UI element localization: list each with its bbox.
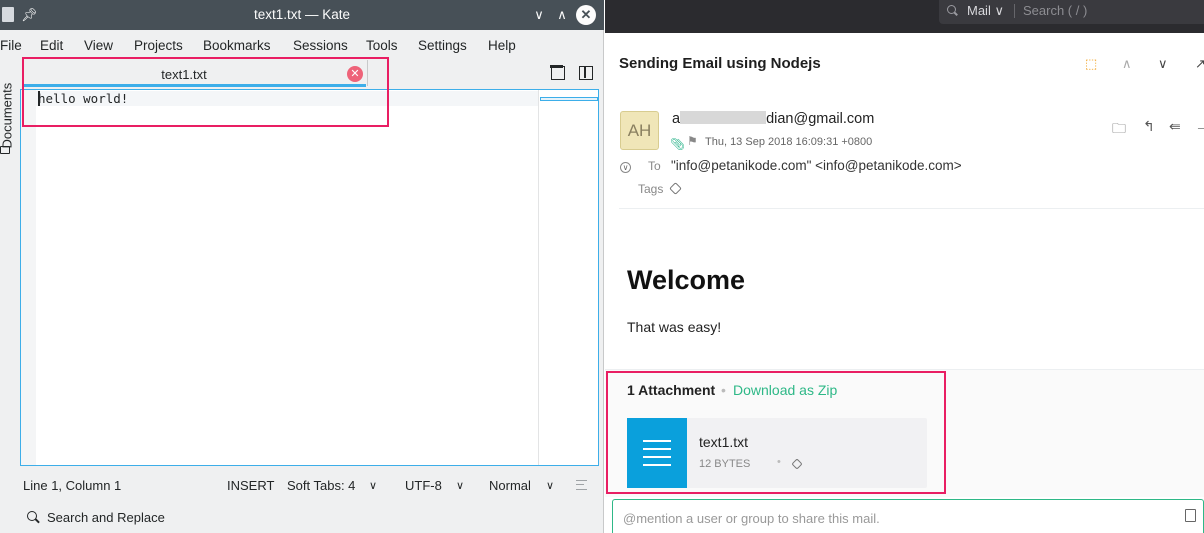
search-icon — [27, 511, 37, 521]
menu-settings[interactable]: Settings — [418, 38, 467, 53]
minimize-chevron-down-icon[interactable]: ∨ — [530, 6, 548, 24]
separator-dot: • — [777, 456, 781, 468]
attachment-count: 1 Attachment — [627, 382, 716, 398]
search-scope-dropdown[interactable]: Mail ∨ — [967, 3, 1004, 19]
body-heading: Welcome — [627, 265, 746, 295]
chevron-down-icon: ∨ — [994, 3, 1004, 18]
kate-window: 📌︎ text1.txt — Kate ∨ ∧ ✕ File Edit View… — [0, 0, 604, 533]
reply-icon[interactable]: ↰ — [1143, 118, 1155, 135]
menu-tools[interactable]: Tools — [366, 38, 398, 53]
tags-label: Tags — [638, 182, 664, 196]
to-recipient[interactable]: "info@petanikode.com" <info@petanikode.c… — [671, 158, 962, 173]
indent-setting[interactable]: Soft Tabs: 4 — [287, 478, 355, 493]
search-replace-toolview[interactable]: Search and Replace — [0, 503, 604, 533]
menu-file[interactable]: File — [0, 38, 22, 53]
label-icon[interactable]: ⬚ — [1085, 56, 1097, 72]
folder-icon — [0, 146, 10, 154]
file-line — [643, 448, 671, 450]
input-mode[interactable]: INSERT — [227, 478, 274, 493]
documents-label: Documents — [0, 82, 15, 149]
split-view-icon[interactable] — [579, 66, 593, 80]
text-file-icon — [627, 418, 687, 488]
cursor-position[interactable]: Line 1, Column 1 — [23, 478, 121, 493]
next-mail-chevron-down-icon[interactable]: ∨ — [1158, 56, 1168, 72]
attachment-size: 12 BYTES — [699, 458, 751, 470]
documents-side-tab[interactable]: Documents — [0, 60, 16, 170]
chevron-down-icon[interactable]: ∨ — [456, 479, 464, 492]
active-tab-indicator — [24, 84, 366, 87]
document-tab[interactable]: text1.txt ✕ — [24, 60, 368, 87]
mention-placeholder: @mention a user or group to share this m… — [623, 511, 880, 526]
text-cursor — [38, 91, 40, 106]
mail-date: Thu, 13 Sep 2018 16:09:31 +0800 — [705, 136, 873, 148]
attachments-section: 1 Attachment • Download as Zip text1.txt… — [605, 369, 1204, 497]
search-icon — [947, 5, 956, 14]
sender-suffix: dian@gmail.com — [766, 111, 875, 127]
tag-icon[interactable] — [791, 458, 803, 470]
mail-pane: Mail ∨ Search ( / ) Sending Email using … — [605, 0, 1204, 533]
kate-titlebar[interactable]: 📌︎ text1.txt — Kate ∨ ∧ ✕ — [0, 0, 604, 30]
text-editor[interactable]: hello world! — [20, 89, 599, 466]
encoding-setting[interactable]: UTF-8 — [405, 478, 442, 493]
sender-prefix: a — [672, 111, 681, 127]
mention-input[interactable]: @mention a user or group to share this m… — [612, 499, 1204, 533]
mail-search[interactable]: Mail ∨ Search ( / ) — [939, 0, 1204, 24]
search-replace-label: Search and Replace — [47, 510, 165, 525]
to-label: To — [648, 159, 661, 173]
editor-gutter — [21, 90, 36, 465]
search-input[interactable]: Search ( / ) — [1023, 3, 1087, 18]
chevron-down-icon[interactable]: ∨ — [546, 479, 554, 492]
attachment-card[interactable]: text1.txt 12 BYTES • — [627, 418, 927, 488]
menu-sessions[interactable]: Sessions — [293, 38, 348, 53]
tab-label: text1.txt — [161, 67, 207, 82]
expand-recipients-chevron-icon[interactable]: ∨ — [620, 162, 631, 173]
search-divider — [1014, 4, 1015, 18]
menu-edit[interactable]: Edit — [40, 38, 63, 53]
tag-icon[interactable] — [669, 182, 682, 195]
redacted-text — [680, 111, 767, 124]
editor-content[interactable]: hello world! — [38, 91, 128, 106]
separator-dot: • — [721, 382, 726, 398]
menu-view[interactable]: View — [84, 38, 113, 53]
window-title: text1.txt — Kate — [253, 7, 351, 22]
mail-topbar: Mail ∨ Search ( / ) — [605, 0, 1204, 33]
reply-all-icon[interactable]: ⇚ — [1169, 118, 1181, 135]
highlight-mode[interactable]: Normal — [489, 478, 531, 493]
close-icon[interactable]: ✕ — [576, 5, 596, 25]
menu-help[interactable]: Help — [488, 38, 516, 53]
forward-icon[interactable]: → — [1195, 118, 1204, 134]
sender-email[interactable]: a dian@gmail.com — [672, 111, 874, 127]
menu-bookmarks[interactable]: Bookmarks — [203, 38, 271, 53]
new-document-icon[interactable] — [550, 65, 565, 80]
expand-arrow-icon[interactable]: ↗ — [1195, 56, 1204, 72]
previous-mail-chevron-up-icon[interactable]: ∧ — [1122, 56, 1132, 72]
file-line — [643, 456, 671, 458]
file-line — [643, 440, 671, 442]
chevron-down-icon[interactable]: ∨ — [369, 479, 377, 492]
body-text: That was easy! — [627, 319, 722, 335]
search-scope-label: Mail — [967, 3, 991, 18]
tab-close-icon[interactable]: ✕ — [347, 66, 363, 82]
mail-subject: Sending Email using Nodejs — [619, 55, 821, 72]
sender-avatar: AH — [620, 111, 659, 150]
attachment-name[interactable]: text1.txt — [699, 434, 748, 450]
download-zip-link[interactable]: Download as Zip — [733, 382, 837, 398]
menubar: File Edit View Projects Bookmarks Sessio… — [0, 30, 604, 60]
screen: 📌︎ text1.txt — Kate ∨ ∧ ✕ File Edit View… — [0, 0, 1204, 533]
statusbar: Line 1, Column 1 INSERT Soft Tabs: 4 ∨ U… — [0, 470, 604, 500]
flag-icon[interactable]: ⚑ — [687, 134, 698, 148]
move-folder-icon[interactable]: 🗀︎ — [1112, 118, 1126, 142]
minimap-scrollbar[interactable] — [538, 90, 599, 465]
maximize-chevron-up-icon[interactable]: ∧ — [553, 6, 571, 24]
minimap-viewport[interactable] — [540, 97, 598, 101]
notes-icon[interactable] — [1185, 509, 1196, 522]
header-divider — [619, 208, 1204, 209]
word-wrap-icon[interactable] — [576, 480, 587, 490]
paperclip-icon: 📎︎ — [670, 137, 686, 151]
file-line — [643, 464, 671, 466]
menu-projects[interactable]: Projects — [134, 38, 183, 53]
